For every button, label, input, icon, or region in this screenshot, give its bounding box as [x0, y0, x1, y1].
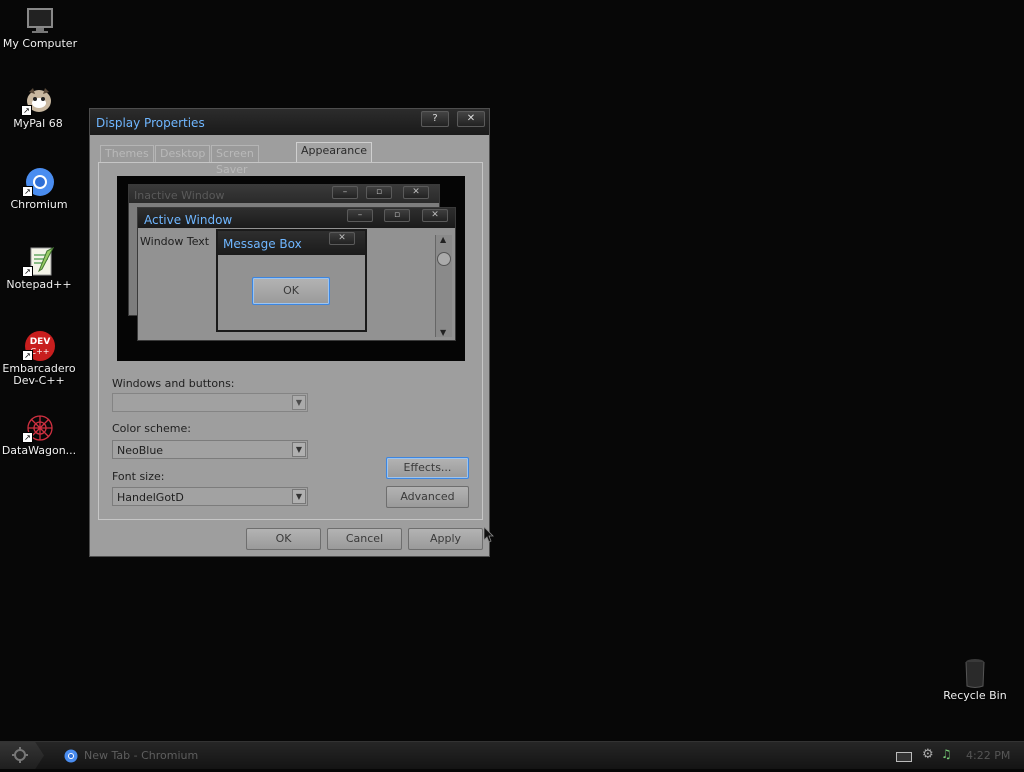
desktop-icon-devcpp[interactable]: DEV C++ ↗ Embarcadero Dev-C++ — [0, 331, 79, 387]
shortcut-arrow-icon: ↗ — [22, 266, 33, 277]
volume-icon[interactable]: ♫ — [941, 747, 952, 761]
preview-ok-button: OK — [252, 277, 330, 305]
keyboard-icon[interactable] — [896, 752, 912, 762]
tab-themes[interactable]: Themes — [100, 145, 154, 163]
close-icon: ✕ — [403, 186, 429, 199]
desktop-icon-label: Chromium — [10, 198, 68, 211]
scroll-up-icon: ▲ — [440, 235, 447, 244]
inactive-window-title: Inactive Window — [134, 189, 225, 202]
tab-desktop[interactable]: Desktop — [155, 145, 211, 163]
maximize-icon: ▫ — [366, 186, 392, 199]
shortcut-arrow-icon: ↗ — [22, 432, 33, 443]
color-scheme-value: NeoBlue — [117, 444, 164, 457]
message-box-preview: Message Box ✕ OK — [216, 229, 367, 332]
desktop-icon-recycle-bin[interactable]: Recycle Bin — [935, 658, 1015, 702]
svg-text:DEV: DEV — [30, 337, 51, 347]
windows-and-buttons-label: Windows and buttons: — [112, 377, 235, 390]
effects-button[interactable]: Effects... — [386, 457, 469, 479]
advanced-button[interactable]: Advanced — [386, 486, 469, 508]
dialog-title: Display Properties — [96, 116, 205, 130]
clock[interactable]: 4:22 PM — [966, 749, 1010, 762]
taskbar-item-label: New Tab - Chromium — [84, 749, 199, 762]
close-button[interactable]: ✕ — [457, 111, 485, 127]
taskbar-item-chromium[interactable]: New Tab - Chromium — [64, 746, 198, 765]
font-size-select[interactable]: HandelGotD ▼ — [112, 487, 308, 506]
desktop-icon-my-computer[interactable]: My Computer — [0, 6, 80, 50]
desktop-icon-notepadpp[interactable]: ↗ Notepad++ — [0, 246, 79, 291]
close-icon: ✕ — [329, 232, 355, 245]
start-button[interactable] — [0, 742, 44, 769]
windows-and-buttons-select[interactable]: ▼ — [112, 393, 308, 412]
datawagon-icon: ↗ — [22, 413, 56, 443]
help-icon: ? — [432, 113, 438, 124]
color-scheme-select[interactable]: NeoBlue ▼ — [112, 440, 308, 459]
shortcut-arrow-icon: ↗ — [22, 186, 33, 197]
ok-button[interactable]: OK — [246, 528, 321, 550]
chevron-down-icon: ▼ — [292, 395, 306, 410]
display-properties-dialog: Display Properties ? ✕ Themes Desktop Sc… — [89, 108, 490, 557]
mouse-cursor-icon — [484, 527, 494, 543]
desktop-icon-label: DataWagon... — [1, 444, 77, 457]
desktop-icon-label: My Computer — [2, 37, 78, 50]
tab-appearance[interactable]: Appearance — [296, 142, 373, 162]
mypal-icon: ↗ — [21, 86, 55, 116]
monitor-icon — [23, 6, 57, 36]
minimize-icon: – — [332, 186, 358, 199]
apply-button[interactable]: Apply — [408, 528, 483, 550]
color-scheme-label: Color scheme: — [112, 422, 191, 435]
recycle-bin-icon — [958, 658, 992, 688]
start-gear-icon — [12, 747, 28, 763]
preview-scrollbar: ▲ ▼ — [435, 235, 452, 337]
window-text-sample: Window Text — [140, 235, 210, 248]
devcpp-icon: DEV C++ ↗ — [22, 331, 56, 361]
tab-screen-saver[interactable]: Screen Saver — [211, 145, 259, 176]
svg-text:C++: C++ — [31, 347, 50, 356]
close-icon: ✕ — [466, 113, 476, 124]
desktop-icon-label: Notepad++ — [6, 278, 72, 291]
shortcut-arrow-icon: ↗ — [21, 105, 32, 116]
desktop-icon-label: Recycle Bin — [943, 689, 1007, 702]
close-icon: ✕ — [422, 209, 448, 222]
desktop-icon-label: MyPal 68 — [13, 117, 63, 130]
chevron-down-icon: ▼ — [292, 442, 306, 457]
desktop-icon-chromium[interactable]: ↗ Chromium — [0, 167, 79, 211]
dialog-titlebar[interactable]: Display Properties ? ✕ — [90, 109, 489, 135]
font-size-value: HandelGotD — [117, 491, 184, 504]
chromium-icon: ↗ — [22, 167, 56, 197]
minimize-icon: – — [347, 209, 373, 222]
desktop-icon-mypal[interactable]: ↗ MyPal 68 — [0, 86, 78, 130]
font-size-label: Font size: — [112, 470, 165, 483]
scroll-down-icon: ▼ — [440, 328, 447, 337]
chromium-icon — [64, 749, 78, 763]
shortcut-arrow-icon: ↗ — [22, 350, 33, 361]
cancel-button[interactable]: Cancel — [327, 528, 402, 550]
chevron-down-icon: ▼ — [292, 489, 306, 504]
active-window-title: Active Window — [144, 213, 233, 227]
help-button[interactable]: ? — [421, 111, 449, 127]
desktop-icon-datawagon[interactable]: ↗ DataWagon... — [0, 413, 79, 457]
desktop-icon-label: Embarcadero Dev-C++ — [2, 362, 76, 387]
maximize-icon: ▫ — [384, 209, 410, 222]
message-box-title: Message Box — [223, 237, 302, 251]
scroll-thumb — [437, 252, 451, 266]
taskbar: New Tab - Chromium ⚙ ♫ 4:22 PM — [0, 741, 1024, 769]
appearance-preview: Inactive Window – ▫ ✕ Active Window – ▫ … — [117, 176, 465, 361]
notepadpp-icon: ↗ — [22, 246, 56, 277]
network-icon[interactable]: ⚙ — [922, 747, 934, 762]
